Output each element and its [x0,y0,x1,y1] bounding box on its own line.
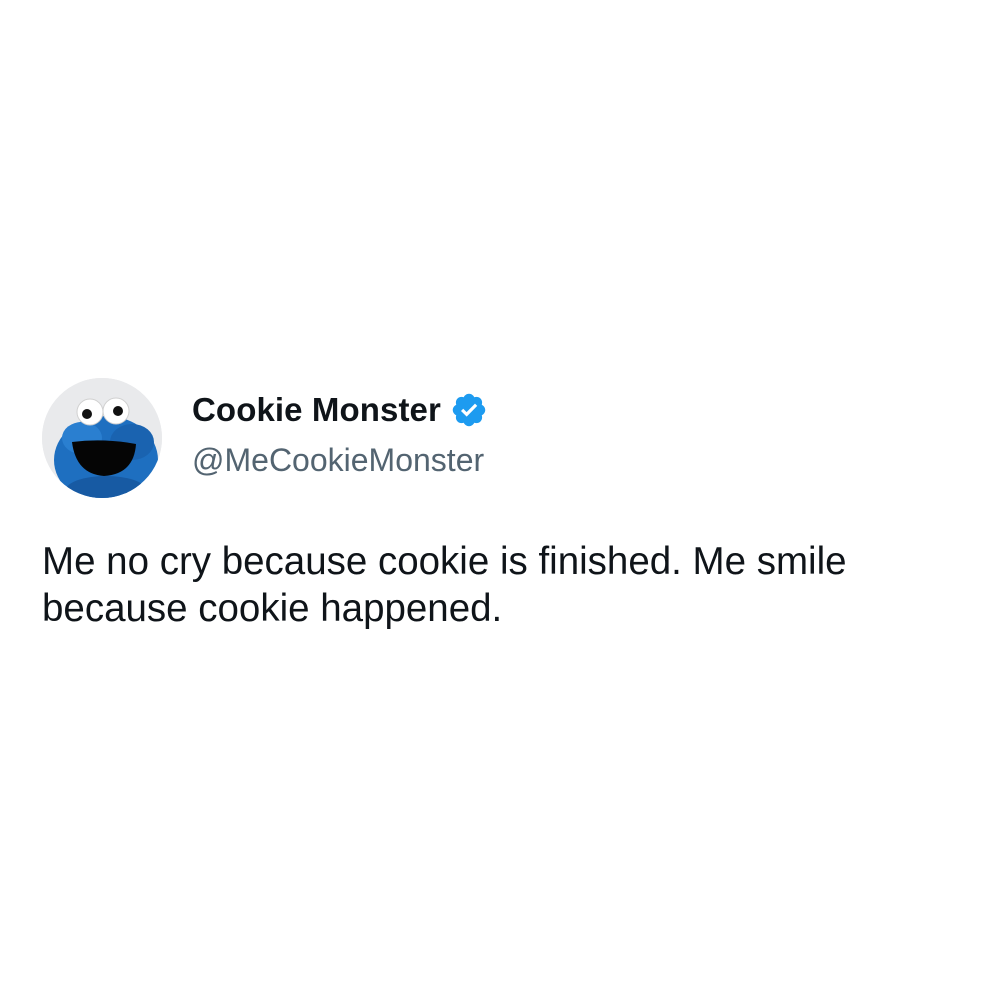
author-names: Cookie Monster @MeCookieMonster [192,390,488,479]
cookie-monster-avatar-icon [42,378,162,498]
verified-badge-icon[interactable] [450,391,488,429]
user-handle[interactable]: @MeCookieMonster [192,442,488,479]
tweet-text: Me no cry because cookie is finished. Me… [42,540,847,630]
tweet-header: Cookie Monster @MeCookieMonster [42,378,958,500]
display-name-row: Cookie Monster [192,390,488,430]
display-name[interactable]: Cookie Monster [192,391,441,429]
avatar[interactable] [42,378,162,498]
tweet: Cookie Monster @MeCookieMonster Me no cr… [42,378,958,630]
